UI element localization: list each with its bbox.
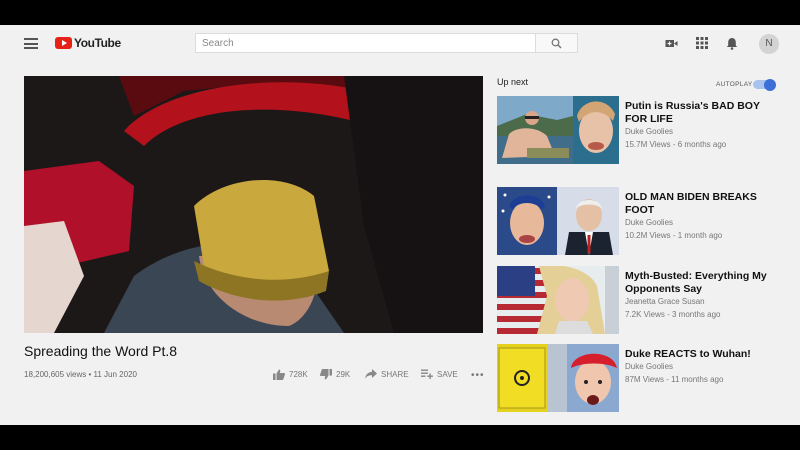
notifications-bell-icon[interactable]	[726, 37, 738, 50]
rec-channel[interactable]: Duke Goolies	[625, 362, 673, 371]
video-title: Spreading the Word Pt.8	[24, 343, 178, 359]
thumbnail-image	[497, 96, 619, 164]
recommended-video-1[interactable]: Putin is Russia's BAD BOY FOR LIFE Duke …	[497, 96, 787, 164]
recommended-video-3[interactable]: Myth-Busted: Everything My Opponents Say…	[497, 266, 787, 334]
top-bar: YouTube Search N	[0, 25, 800, 63]
thumbnail-image	[497, 344, 619, 412]
rec-title[interactable]: Myth-Busted: Everything My Opponents Say	[625, 270, 775, 296]
youtube-logo[interactable]: YouTube	[55, 36, 121, 50]
dislike-button[interactable]: 29K	[320, 369, 350, 380]
recommended-video-2[interactable]: OLD MAN BIDEN BREAKS FOOT Duke Goolies 1…	[497, 187, 787, 255]
youtube-play-icon	[55, 37, 72, 49]
search-button[interactable]	[536, 33, 578, 53]
user-avatar[interactable]: N	[759, 34, 779, 54]
thumbnail-4	[497, 344, 619, 412]
thumbnail-3	[497, 266, 619, 334]
dislike-count: 29K	[336, 370, 351, 379]
rec-channel[interactable]: Duke Goolies	[625, 218, 673, 227]
rec-stats: 10.2M Views - 1 month ago	[625, 231, 723, 240]
video-meta: 18,200,605 views • 11 Jun 2020	[24, 370, 137, 379]
search-input[interactable]: Search	[195, 33, 536, 53]
save-button[interactable]: SAVE	[421, 369, 458, 379]
rec-title[interactable]: OLD MAN BIDEN BREAKS FOOT	[625, 191, 775, 217]
thumbnail-2	[497, 187, 619, 255]
logo-text: YouTube	[74, 36, 121, 50]
rec-stats: 7.2K Views - 3 months ago	[625, 310, 721, 319]
thumbnail-image	[497, 187, 619, 255]
rec-stats: 15.7M Views - 6 months ago	[625, 140, 727, 149]
rec-stats: 87M Views - 11 months ago	[625, 375, 724, 384]
more-actions-button[interactable]: •••	[471, 370, 485, 381]
hamburger-menu-icon[interactable]	[24, 38, 38, 49]
rec-channel[interactable]: Jeanetta Grace Susan	[625, 297, 705, 306]
like-button[interactable]: 728K	[273, 369, 308, 380]
video-player[interactable]	[24, 76, 483, 333]
apps-grid-icon[interactable]	[696, 37, 708, 49]
add-to-playlist-icon	[421, 369, 433, 379]
thumbnail-1	[497, 96, 619, 164]
create-video-icon[interactable]	[665, 37, 678, 50]
autoplay-toggle[interactable]	[753, 78, 776, 91]
rec-title[interactable]: Duke REACTS to Wuhan!	[625, 348, 775, 361]
thumbnail-image	[497, 266, 619, 334]
rec-channel[interactable]: Duke Goolies	[625, 127, 673, 136]
recommended-video-4[interactable]: Duke REACTS to Wuhan! Duke Goolies 87M V…	[497, 344, 787, 412]
rec-title[interactable]: Putin is Russia's BAD BOY FOR LIFE	[625, 100, 775, 126]
search-icon	[551, 38, 562, 49]
share-arrow-icon	[365, 369, 377, 379]
youtube-page: YouTube Search N Spreading the Word Pt.8…	[0, 25, 800, 425]
publish-date: 11 Jun 2020	[93, 370, 137, 379]
thumbs-down-icon	[320, 369, 332, 380]
autoplay-label: AUTOPLAY	[716, 81, 753, 88]
share-button[interactable]: SHARE	[365, 369, 409, 379]
save-label: SAVE	[437, 369, 458, 379]
view-count: 18,200,605 views	[24, 370, 87, 379]
video-frame-image	[24, 76, 483, 333]
share-label: SHARE	[381, 369, 409, 379]
like-count: 728K	[289, 370, 308, 379]
thumbs-up-icon	[273, 369, 285, 380]
up-next-heading: Up next	[497, 77, 529, 87]
